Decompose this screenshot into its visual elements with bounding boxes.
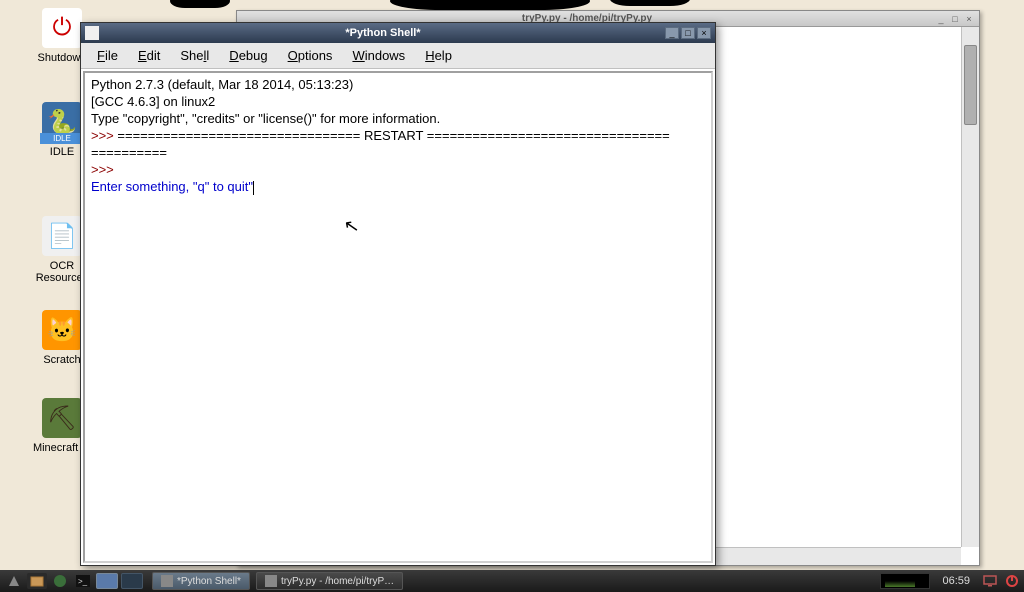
gcc-line: [GCC 4.6.3] on linux2 [91, 94, 215, 109]
python-shell-window[interactable]: *Python Shell* _ □ × File Edit Shell Deb… [80, 22, 716, 566]
app-icon: 🐱 [42, 310, 82, 350]
vertical-scrollbar[interactable] [961, 27, 979, 547]
menubar: File Edit Shell Debug Options Windows He… [81, 43, 715, 69]
clock[interactable]: 06:59 [936, 575, 976, 587]
program-output: Enter something, "q" to quit" [91, 179, 253, 194]
minimize-button[interactable]: _ [665, 27, 679, 39]
shell-title: *Python Shell* [103, 27, 663, 39]
taskbar-task[interactable]: *Python Shell* [152, 572, 250, 590]
minimize-button[interactable]: _ [935, 14, 947, 24]
task-icon [265, 575, 277, 587]
task-icon [161, 575, 173, 587]
start-menu-button[interactable] [4, 573, 24, 589]
menu-help[interactable]: Help [415, 45, 462, 66]
svg-text:>_: >_ [78, 577, 88, 586]
menu-debug[interactable]: Debug [219, 45, 277, 66]
restart-banner: ================================ RESTART… [117, 128, 669, 143]
menu-windows[interactable]: Windows [342, 45, 415, 66]
version-line: Python 2.7.3 (default, Mar 18 2014, 05:1… [91, 77, 357, 92]
close-button[interactable]: × [963, 14, 975, 24]
system-tray: 06:59 [880, 573, 1020, 589]
cpu-graph[interactable] [880, 573, 930, 589]
app-icon: 🐍IDLE [42, 102, 82, 142]
prompt: >>> [91, 162, 117, 177]
maximize-button[interactable]: □ [681, 27, 695, 39]
restart-tail: ========== [91, 145, 167, 160]
menu-edit[interactable]: Edit [128, 45, 170, 66]
menu-file[interactable]: File [87, 45, 128, 66]
browser-launcher[interactable] [50, 573, 70, 589]
app-icon [85, 26, 99, 40]
maximize-button[interactable]: □ [949, 14, 961, 24]
shell-text-area[interactable]: Python 2.7.3 (default, Mar 18 2014, 05:1… [83, 71, 713, 563]
taskbar: >_ *Python Shell* tryPy.py - /home/pi/try… [0, 570, 1024, 592]
menu-options[interactable]: Options [278, 45, 343, 66]
power-icon[interactable] [1004, 573, 1020, 589]
scrollbar-thumb[interactable] [964, 45, 977, 125]
pager-1[interactable] [96, 573, 118, 589]
close-button[interactable]: × [697, 27, 711, 39]
app-icon: 📄 [42, 216, 82, 256]
file-manager-launcher[interactable] [27, 573, 47, 589]
pager-2[interactable] [121, 573, 143, 589]
menu-shell[interactable]: Shell [170, 45, 219, 66]
shell-titlebar[interactable]: *Python Shell* _ □ × [81, 23, 715, 43]
task-label: tryPy.py - /home/pi/tryP… [281, 576, 394, 587]
taskbar-task[interactable]: tryPy.py - /home/pi/tryP… [256, 572, 403, 590]
app-icon: ⏻ [42, 8, 82, 48]
info-line: Type "copyright", "credits" or "license(… [91, 111, 440, 126]
app-icon: ⛏ [42, 398, 82, 438]
task-label: *Python Shell* [177, 576, 241, 587]
prompt: >>> [91, 128, 117, 143]
screen-icon[interactable] [982, 573, 998, 589]
terminal-launcher[interactable]: >_ [73, 573, 93, 589]
text-cursor [253, 181, 254, 195]
